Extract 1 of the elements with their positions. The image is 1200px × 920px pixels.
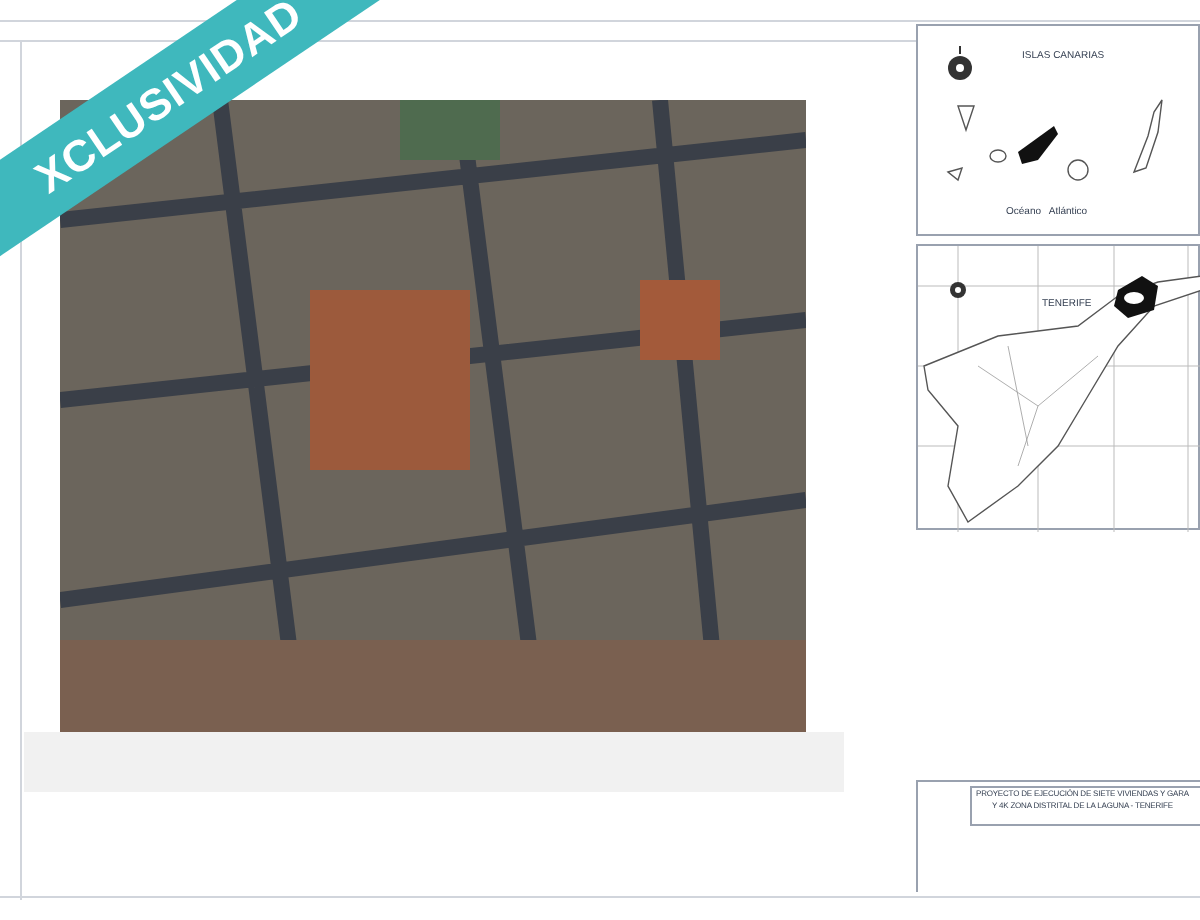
compass-icon xyxy=(946,46,974,82)
